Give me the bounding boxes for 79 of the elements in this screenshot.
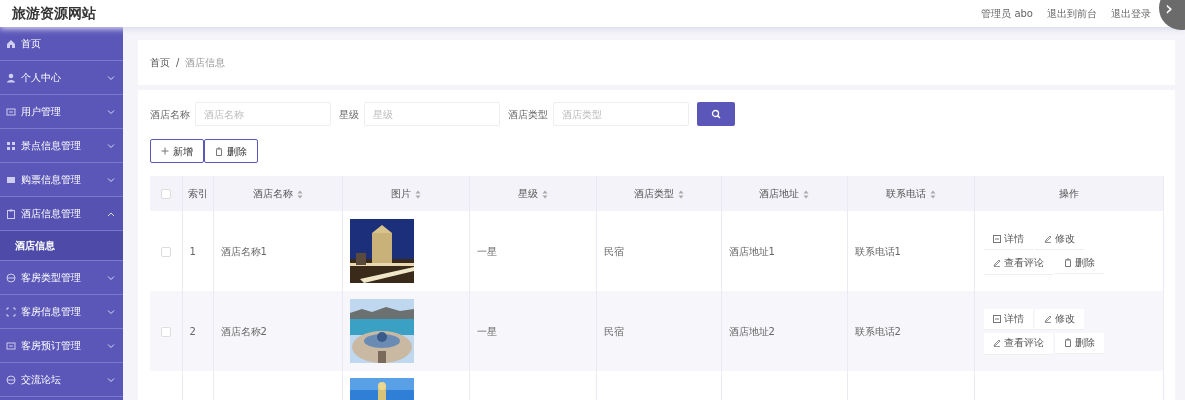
table-cell: 民宿 [603, 325, 624, 337]
edit-button[interactable]: 修改 [1034, 308, 1084, 329]
detail-button[interactable]: 详情 [983, 308, 1033, 329]
pencil-icon [1043, 234, 1052, 243]
breadcrumb-separator: / [176, 56, 180, 70]
table-cell: 酒店地址1 [728, 245, 775, 257]
sort-icon[interactable] [296, 189, 303, 199]
header-link[interactable]: 退出到前台 [1047, 6, 1097, 21]
table-cell: 酒店地址2 [728, 325, 775, 337]
checkbox[interactable] [160, 189, 171, 199]
trash-icon [1063, 258, 1072, 268]
sidebar-item[interactable]: 个人中心 [0, 61, 123, 95]
table-cell: 一星 [476, 245, 497, 257]
search-icon [711, 109, 721, 119]
home-icon [6, 38, 16, 49]
search-field[interactable]: 酒店名称 [195, 102, 331, 126]
sort-icon[interactable] [803, 189, 809, 199]
trash-icon [215, 146, 223, 156]
pencil-icon [992, 339, 1001, 348]
table-cell: 联系电话1 [854, 245, 901, 257]
delete-button[interactable]: 删除 [204, 139, 258, 163]
card-icon [6, 106, 16, 117]
grid-icon [6, 140, 16, 151]
field-label: 星级 [339, 107, 359, 122]
table-cell: 民宿 [603, 245, 624, 257]
document-icon [992, 234, 1001, 243]
header-link[interactable]: 退出登录 [1111, 6, 1151, 21]
checkbox[interactable] [160, 326, 171, 337]
delete-button[interactable]: 删除 [1054, 332, 1104, 353]
breadcrumb-link[interactable]: 首页 [150, 55, 170, 70]
add-button[interactable]: 新增 [150, 139, 204, 163]
sidebar-item[interactable]: 客房类型管理 [0, 261, 123, 295]
ticket-icon [6, 174, 16, 185]
column-header[interactable]: 联系电话 [885, 188, 926, 199]
sidebar-item[interactable]: 景点信息管理 [0, 129, 123, 163]
row-index: 2 [189, 325, 196, 337]
column-header[interactable]: 图片 [390, 188, 411, 199]
sort-icon[interactable] [677, 189, 684, 199]
sidebar-item[interactable]: 客房预订管理 [0, 329, 123, 363]
pencil-icon [1043, 314, 1052, 323]
sidebar-item[interactable]: 客房信息管理 [0, 295, 123, 329]
globe-icon [6, 272, 16, 283]
column-header: 操作 [1058, 188, 1079, 199]
plus-icon [161, 147, 169, 155]
search-field[interactable]: 星级 [364, 102, 500, 126]
admin-link[interactable]: 管理员 abo [981, 6, 1033, 21]
trash-icon [1063, 338, 1072, 348]
sort-icon[interactable] [541, 189, 548, 199]
table-cell: 联系电话2 [854, 325, 901, 337]
edit-button[interactable]: 查看评论 [983, 333, 1053, 354]
next-button[interactable]: › [1159, 0, 1185, 30]
sidebar-item[interactable]: 首页 [0, 27, 123, 61]
sort-icon[interactable] [414, 189, 421, 199]
column-header[interactable]: 酒店地址 [759, 188, 799, 199]
breadcrumb-current: 酒店信息 [185, 56, 226, 70]
sidebar-item[interactable]: 交流论坛 [0, 363, 123, 397]
card-icon [6, 340, 16, 351]
sidebar-item[interactable]: 用户管理 [0, 95, 123, 129]
frame-icon [6, 306, 16, 317]
sidebar-subitem[interactable]: 酒店信息 [0, 231, 123, 261]
column-header: 索引 [187, 188, 208, 199]
sort-icon[interactable] [929, 189, 936, 199]
column-header[interactable]: 酒店类型 [633, 188, 674, 199]
field-label: 酒店类型 [508, 107, 548, 122]
document-icon [992, 314, 1001, 323]
site-title: 旅游资源网站 [11, 4, 96, 23]
column-header[interactable]: 酒店名称 [252, 188, 293, 199]
clipboard-icon [6, 208, 16, 219]
checkbox[interactable] [160, 246, 171, 257]
table-cell: 酒店名称1 [220, 245, 267, 257]
search-button[interactable] [697, 102, 735, 126]
table-cell: 一星 [476, 325, 497, 337]
row-index: 1 [189, 245, 196, 257]
column-header[interactable]: 星级 [517, 188, 538, 199]
globe-icon [6, 374, 16, 385]
user-icon [6, 72, 16, 83]
field-label: 酒店名称 [150, 107, 190, 122]
pencil-icon [992, 259, 1001, 268]
table-cell: 酒店名称2 [220, 325, 267, 337]
